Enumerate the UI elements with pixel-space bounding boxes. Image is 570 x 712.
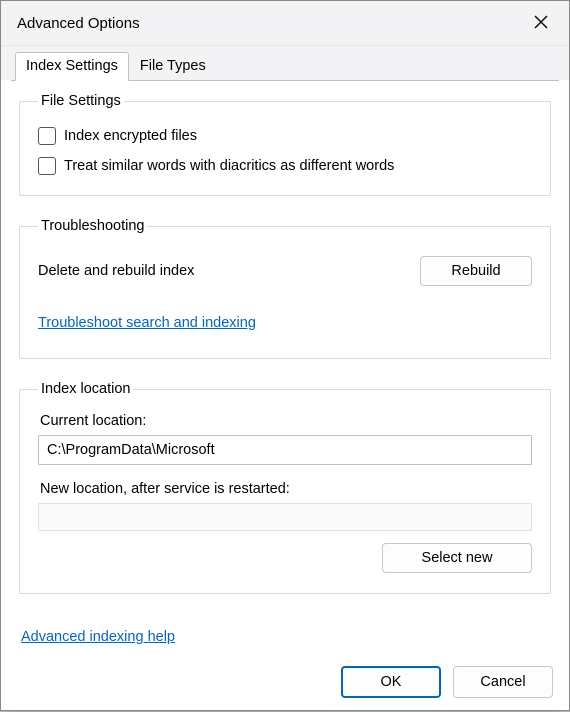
new-location-label: New location, after service is restarted… bbox=[40, 481, 532, 497]
rebuild-button[interactable]: Rebuild bbox=[420, 256, 532, 286]
index-location-group: Index location Current location: C:\Prog… bbox=[19, 381, 551, 594]
advanced-indexing-help-link[interactable]: Advanced indexing help bbox=[21, 629, 175, 645]
select-new-button[interactable]: Select new bbox=[382, 543, 532, 573]
troubleshooting-group: Troubleshooting Delete and rebuild index… bbox=[19, 218, 551, 359]
tab-file-types[interactable]: File Types bbox=[129, 52, 217, 80]
index-encrypted-label[interactable]: Index encrypted files bbox=[64, 128, 197, 144]
cancel-button[interactable]: Cancel bbox=[453, 666, 553, 698]
dialog-buttons: OK Cancel bbox=[1, 656, 569, 712]
tab-content: File Settings Index encrypted files Trea… bbox=[11, 80, 559, 622]
advanced-options-dialog: Advanced Options Index Settings File Typ… bbox=[0, 0, 570, 711]
titlebar: Advanced Options bbox=[1, 1, 569, 46]
new-location-value bbox=[38, 503, 532, 531]
index-encrypted-checkbox[interactable] bbox=[38, 127, 56, 145]
delete-rebuild-label: Delete and rebuild index bbox=[38, 263, 194, 279]
current-location-value: C:\ProgramData\Microsoft bbox=[38, 435, 532, 465]
troubleshoot-link[interactable]: Troubleshoot search and indexing bbox=[38, 315, 256, 331]
close-button[interactable] bbox=[525, 9, 557, 37]
tab-index-settings[interactable]: Index Settings bbox=[15, 52, 129, 81]
dialog-title: Advanced Options bbox=[17, 15, 140, 32]
close-icon bbox=[534, 15, 548, 32]
file-settings-legend: File Settings bbox=[38, 93, 124, 109]
diacritics-label[interactable]: Treat similar words with diacritics as d… bbox=[64, 158, 394, 174]
index-location-legend: Index location bbox=[38, 381, 133, 397]
footer-link-area: Advanced indexing help bbox=[1, 622, 569, 656]
diacritics-checkbox[interactable] bbox=[38, 157, 56, 175]
file-settings-group: File Settings Index encrypted files Trea… bbox=[19, 93, 551, 196]
tabs: Index Settings File Types bbox=[1, 46, 569, 80]
ok-button[interactable]: OK bbox=[341, 666, 441, 698]
troubleshooting-legend: Troubleshooting bbox=[38, 218, 147, 234]
current-location-label: Current location: bbox=[40, 413, 532, 429]
